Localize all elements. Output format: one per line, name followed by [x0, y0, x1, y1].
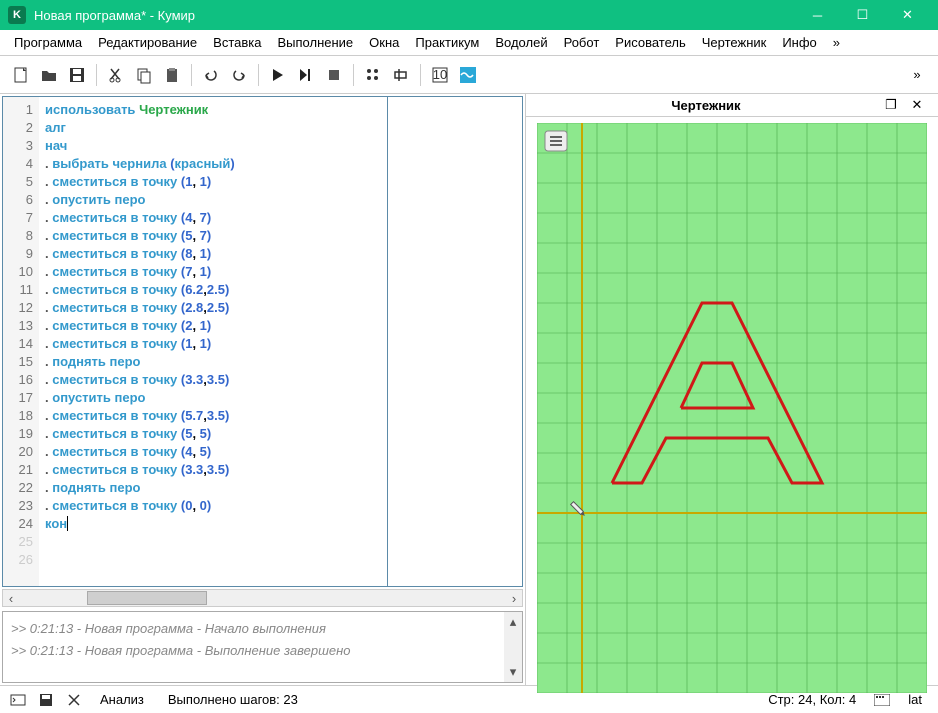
run-step-button[interactable]	[293, 62, 319, 88]
status-console-icon[interactable]	[8, 690, 28, 710]
status-analysis: Анализ	[92, 692, 152, 707]
menu-6[interactable]: Водолей	[489, 32, 553, 53]
status-save-icon[interactable]	[36, 690, 56, 710]
drafter-panel-header: Чертежник ❐ ✕	[526, 94, 938, 117]
redo-button[interactable]	[226, 62, 252, 88]
toolbar-overflow-button[interactable]: »	[904, 62, 930, 88]
panel-close-button[interactable]: ✕	[906, 94, 928, 116]
menubar: ПрограммаРедактированиеВставкаВыполнение…	[0, 30, 938, 56]
menu-11[interactable]: »	[827, 32, 846, 53]
status-keyboard-icon[interactable]	[872, 690, 892, 710]
menu-9[interactable]: Чертежник	[696, 32, 773, 53]
open-file-button[interactable]	[36, 62, 62, 88]
menu-1[interactable]: Редактирование	[92, 32, 203, 53]
new-file-button[interactable]	[8, 62, 34, 88]
undo-button[interactable]	[198, 62, 224, 88]
status-cursor-pos: Стр: 24, Кол: 4	[760, 692, 864, 707]
maximize-button[interactable]: ☐	[840, 0, 885, 30]
status-clear-icon[interactable]	[64, 690, 84, 710]
scroll-right-arrow[interactable]: ›	[506, 591, 522, 606]
console-vscrollbar[interactable]: ▴▾	[504, 612, 522, 682]
tool-loop-button[interactable]	[388, 62, 414, 88]
menu-7[interactable]: Робот	[558, 32, 606, 53]
menu-10[interactable]: Инфо	[776, 32, 822, 53]
console-line: >> 0:21:13 - Новая программа - Начало вы…	[11, 618, 496, 640]
drafter-grid	[537, 123, 927, 693]
scroll-left-arrow[interactable]: ‹	[3, 591, 19, 606]
run-button[interactable]	[265, 62, 291, 88]
scroll-thumb[interactable]	[87, 591, 207, 605]
console-line: >> 0:21:13 - Новая программа - Выполнени…	[11, 640, 496, 662]
menu-4[interactable]: Окна	[363, 32, 405, 53]
menu-0[interactable]: Программа	[8, 32, 88, 53]
cut-button[interactable]	[103, 62, 129, 88]
save-file-button[interactable]	[64, 62, 90, 88]
tool-wave-button[interactable]	[455, 62, 481, 88]
menu-3[interactable]: Выполнение	[271, 32, 359, 53]
status-lang: lat	[900, 692, 930, 707]
tool-dots-button[interactable]	[360, 62, 386, 88]
output-console: >> 0:21:13 - Новая программа - Начало вы…	[2, 611, 523, 683]
stop-button[interactable]	[321, 62, 347, 88]
tool-grid-button[interactable]: 10	[427, 62, 453, 88]
window-title: Новая программа* - Кумир	[34, 8, 795, 23]
paste-button[interactable]	[159, 62, 185, 88]
titlebar: K Новая программа* - Кумир ─ ☐ ✕	[0, 0, 938, 30]
status-steps: Выполнено шагов: 23	[160, 692, 306, 707]
menu-2[interactable]: Вставка	[207, 32, 267, 53]
editor-hscrollbar[interactable]: ‹ ›	[2, 589, 523, 607]
svg-text:10: 10	[433, 67, 447, 82]
minimize-button[interactable]: ─	[795, 0, 840, 30]
menu-8[interactable]: Рисователь	[609, 32, 691, 53]
app-icon: K	[8, 6, 26, 24]
drafter-panel-title: Чертежник	[536, 98, 876, 113]
menu-5[interactable]: Практикум	[409, 32, 485, 53]
panel-restore-button[interactable]: ❐	[880, 94, 902, 116]
code-editor[interactable]: 1234567891011121314151617181920212223242…	[2, 96, 523, 587]
close-button[interactable]: ✕	[885, 0, 930, 30]
drafter-canvas[interactable]	[526, 117, 938, 699]
copy-button[interactable]	[131, 62, 157, 88]
editor-right-margin	[387, 97, 522, 586]
line-gutter: 1234567891011121314151617181920212223242…	[3, 97, 39, 586]
toolbar: 10 »	[0, 56, 938, 94]
code-area[interactable]: использовать Чертежникалгнач. выбрать че…	[39, 97, 387, 586]
